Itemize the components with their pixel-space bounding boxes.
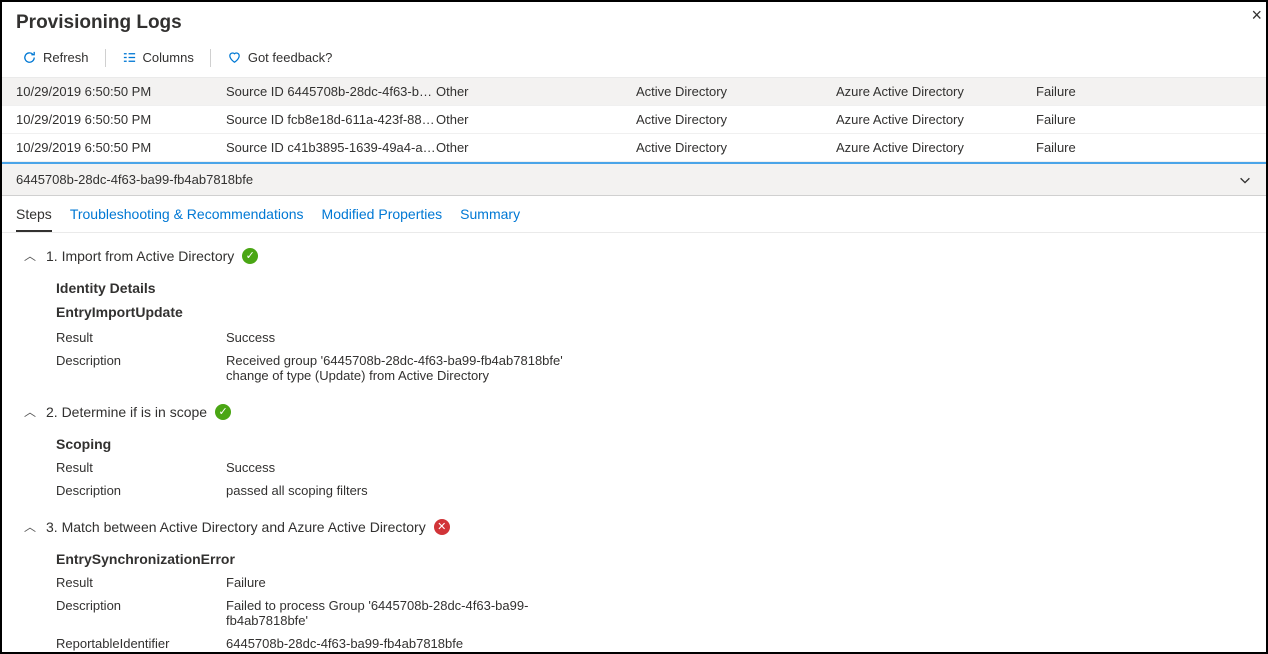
tab-modified[interactable]: Modified Properties <box>322 206 443 232</box>
detail-id: 6445708b-28dc-4f63-ba99-fb4ab7818bfe <box>16 172 253 187</box>
cell-type: Other <box>436 112 636 127</box>
divider <box>105 49 106 67</box>
scoping-heading: Scoping <box>56 436 1244 452</box>
chevron-up-icon: ︿ <box>24 518 38 535</box>
desc-label: Description <box>56 598 226 628</box>
cell-tgt: Azure Active Directory <box>836 140 1036 155</box>
feedback-label: Got feedback? <box>248 50 333 65</box>
heart-icon <box>227 50 242 65</box>
refresh-icon <box>22 50 37 65</box>
result-value: Failure <box>226 575 266 590</box>
step-2: ︿ 2. Determine if is in scope ✓ Scoping … <box>24 403 1244 498</box>
tab-troubleshooting[interactable]: Troubleshooting & Recommendations <box>70 206 304 232</box>
step-title: 2. Determine if is in scope <box>46 404 207 420</box>
table-row[interactable]: 10/29/2019 6:50:50 PM Source ID c41b3895… <box>2 134 1266 162</box>
sync-error-heading: EntrySynchronizationError <box>56 551 1244 567</box>
page-title: Provisioning Logs <box>2 2 1266 42</box>
cell-src: Active Directory <box>636 140 836 155</box>
step-header[interactable]: ︿ 2. Determine if is in scope ✓ <box>24 403 1244 420</box>
cell-source: Source ID c41b3895-1639-49a4-a8ea-466 <box>226 140 436 155</box>
tab-summary[interactable]: Summary <box>460 206 520 232</box>
cell-source: Source ID fcb8e18d-611a-423f-8838-b9d <box>226 112 436 127</box>
desc-value: Failed to process Group '6445708b-28dc-4… <box>226 598 606 628</box>
step-3: ︿ 3. Match between Active Directory and … <box>24 518 1244 651</box>
table-row[interactable]: 10/29/2019 6:50:50 PM Source ID 6445708b… <box>2 78 1266 106</box>
detail-header[interactable]: 6445708b-28dc-4f63-ba99-fb4ab7818bfe <box>2 162 1266 196</box>
step-header[interactable]: ︿ 3. Match between Active Directory and … <box>24 518 1244 535</box>
desc-label: Description <box>56 483 226 498</box>
identity-details-heading: Identity Details <box>56 280 1244 296</box>
cell-date: 10/29/2019 6:50:50 PM <box>16 84 226 99</box>
step-1: ︿ 1. Import from Active Directory ✓ Iden… <box>24 247 1244 383</box>
failure-icon: ✕ <box>434 519 450 535</box>
cell-src: Active Directory <box>636 84 836 99</box>
tabs: Steps Troubleshooting & Recommendations … <box>2 196 1266 233</box>
cell-date: 10/29/2019 6:50:50 PM <box>16 140 226 155</box>
chevron-up-icon: ︿ <box>24 247 38 264</box>
cell-status: Failure <box>1036 140 1252 155</box>
ri-label: ReportableIdentifier <box>56 636 226 651</box>
divider <box>210 49 211 67</box>
steps-panel: ︿ 1. Import from Active Directory ✓ Iden… <box>2 233 1266 654</box>
table-row[interactable]: 10/29/2019 6:50:50 PM Source ID fcb8e18d… <box>2 106 1266 134</box>
result-label: Result <box>56 460 226 475</box>
entry-import-heading: EntryImportUpdate <box>56 304 1244 320</box>
cell-type: Other <box>436 140 636 155</box>
success-icon: ✓ <box>215 404 231 420</box>
columns-icon <box>122 50 137 65</box>
cell-date: 10/29/2019 6:50:50 PM <box>16 112 226 127</box>
feedback-button[interactable]: Got feedback? <box>217 46 343 69</box>
step-header[interactable]: ︿ 1. Import from Active Directory ✓ <box>24 247 1244 264</box>
refresh-label: Refresh <box>43 50 89 65</box>
chevron-down-icon[interactable] <box>1238 173 1252 187</box>
result-value: Success <box>226 330 275 345</box>
ri-value: 6445708b-28dc-4f63-ba99-fb4ab7818bfe <box>226 636 463 651</box>
cell-src: Active Directory <box>636 112 836 127</box>
result-value: Success <box>226 460 275 475</box>
cell-tgt: Azure Active Directory <box>836 84 1036 99</box>
desc-value: passed all scoping filters <box>226 483 368 498</box>
columns-label: Columns <box>143 50 194 65</box>
success-icon: ✓ <box>242 248 258 264</box>
step-title: 1. Import from Active Directory <box>46 248 234 264</box>
log-table: 10/29/2019 6:50:50 PM Source ID 6445708b… <box>2 78 1266 162</box>
columns-button[interactable]: Columns <box>112 46 204 69</box>
step-title: 3. Match between Active Directory and Az… <box>46 519 426 535</box>
desc-label: Description <box>56 353 226 383</box>
cell-status: Failure <box>1036 84 1252 99</box>
cell-type: Other <box>436 84 636 99</box>
chevron-up-icon: ︿ <box>24 403 38 420</box>
cell-source: Source ID 6445708b-28dc-4f63-ba99-fb4 <box>226 84 436 99</box>
close-icon[interactable]: × <box>1251 6 1262 24</box>
result-label: Result <box>56 330 226 345</box>
refresh-button[interactable]: Refresh <box>12 46 99 69</box>
cell-tgt: Azure Active Directory <box>836 112 1036 127</box>
toolbar: Refresh Columns Got feedback? <box>2 42 1266 78</box>
cell-status: Failure <box>1036 112 1252 127</box>
result-label: Result <box>56 575 226 590</box>
tab-steps[interactable]: Steps <box>16 206 52 232</box>
desc-value: Received group '6445708b-28dc-4f63-ba99-… <box>226 353 606 383</box>
